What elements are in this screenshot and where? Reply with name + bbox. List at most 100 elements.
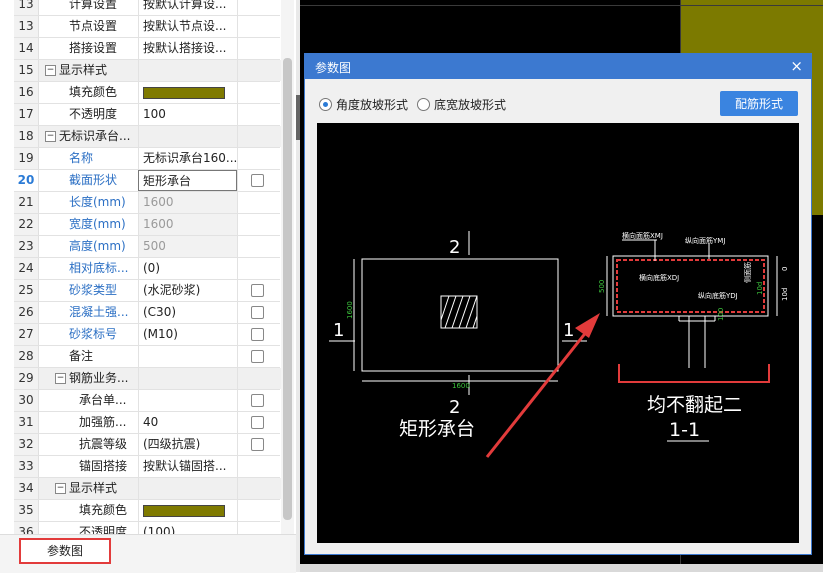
property-row[interactable]: 24 相对底标... (0): [14, 258, 280, 280]
property-checkbox-cell: [237, 82, 281, 103]
section-mark-top: 2: [449, 237, 460, 258]
property-row[interactable]: 35 填充颜色: [14, 500, 280, 522]
row-number: 31: [14, 412, 39, 433]
property-value[interactable]: (0): [138, 258, 237, 279]
property-value[interactable]: [138, 368, 237, 389]
radio-angle-slope[interactable]: 角度放坡形式: [319, 96, 408, 113]
property-value-text: 按默认搭接设...: [143, 41, 227, 55]
property-value[interactable]: [138, 82, 237, 103]
property-value[interactable]: (四级抗震): [138, 434, 237, 455]
property-row[interactable]: 23 高度(mm) 500: [14, 236, 280, 258]
close-icon[interactable]: ×: [790, 57, 803, 75]
property-row[interactable]: 26 混凝土强... (C30): [14, 302, 280, 324]
property-row[interactable]: 17 不透明度 100: [14, 104, 280, 126]
property-row[interactable]: 19 名称 无标识承台160...: [14, 148, 280, 170]
property-name: − 显示样式: [39, 60, 138, 81]
property-value[interactable]: 40: [138, 412, 237, 433]
collapse-icon[interactable]: −: [45, 131, 56, 142]
collapse-icon[interactable]: −: [55, 373, 66, 384]
property-checkbox[interactable]: [251, 284, 264, 297]
property-value[interactable]: [138, 390, 237, 411]
property-value[interactable]: [138, 478, 237, 499]
property-checkbox-cell: [237, 368, 281, 389]
collapse-icon[interactable]: −: [45, 65, 56, 76]
property-row[interactable]: 30 承台单...: [14, 390, 280, 412]
rebar-form-button[interactable]: 配筋形式: [720, 91, 798, 116]
property-checkbox[interactable]: [251, 350, 264, 363]
row-number: 21: [14, 192, 39, 213]
dialog-title-bar[interactable]: 参数图 ×: [305, 54, 811, 79]
property-row[interactable]: 22 宽度(mm) 1600: [14, 214, 280, 236]
property-row[interactable]: 18− 无标识承台...: [14, 126, 281, 148]
property-value[interactable]: (M10): [138, 324, 237, 345]
collapse-icon[interactable]: −: [55, 483, 66, 494]
property-value[interactable]: [138, 126, 237, 147]
property-value[interactable]: 按默认锚固搭...: [138, 456, 237, 477]
property-row[interactable]: 16 填充颜色: [14, 82, 280, 104]
section-height-dimension: 500: [598, 280, 606, 293]
property-checkbox-cell: [237, 236, 281, 257]
property-value[interactable]: 无标识承台160...: [138, 148, 237, 169]
property-value[interactable]: [138, 60, 237, 81]
row-number: 22: [14, 214, 39, 235]
property-value[interactable]: 100: [138, 104, 237, 125]
property-checkbox[interactable]: [251, 416, 264, 429]
property-checkbox[interactable]: [251, 174, 264, 187]
property-row[interactable]: 32 抗震等级 (四级抗震): [14, 434, 280, 456]
color-swatch[interactable]: [143, 504, 225, 517]
property-name: 承台单...: [39, 390, 138, 411]
row-number: 13: [14, 0, 39, 15]
property-value-text: 无标识承台160...: [143, 151, 237, 165]
property-row[interactable]: 33 锚固搭接 按默认锚固搭...: [14, 456, 280, 478]
property-row[interactable]: 14 搭接设置 按默认搭接设...: [14, 38, 280, 60]
property-row[interactable]: 27 砂浆标号 (M10): [14, 324, 280, 346]
property-name: 不透明度: [39, 104, 138, 125]
property-value[interactable]: 1600: [138, 192, 237, 213]
radio-unselected-icon[interactable]: [417, 98, 430, 111]
property-value-text: (M10): [143, 327, 178, 341]
property-value[interactable]: 矩形承台: [138, 170, 237, 191]
property-value[interactable]: [138, 500, 237, 521]
property-checkbox[interactable]: [251, 306, 264, 319]
radio-bottom-width-slope[interactable]: 底宽放坡形式: [417, 96, 506, 113]
property-row[interactable]: 13 计算设置 按默认计算设...: [14, 0, 280, 16]
property-row[interactable]: 13 节点设置 按默认节点设...: [14, 16, 280, 38]
property-row[interactable]: 20 截面形状 矩形承台: [14, 170, 280, 192]
property-checkbox-cell: [237, 104, 281, 125]
property-value[interactable]: [138, 346, 237, 367]
tab-parameter-diagram[interactable]: 参数图: [19, 538, 111, 564]
property-value[interactable]: 按默认计算设...: [138, 0, 237, 15]
property-checkbox[interactable]: [251, 394, 264, 407]
property-row[interactable]: 29− 钢筋业务...: [14, 368, 281, 390]
property-checkbox-cell: [237, 500, 281, 521]
rebar-cage: [616, 259, 765, 313]
property-label: 无标识承台...: [59, 129, 131, 143]
property-row[interactable]: 28 备注: [14, 346, 280, 368]
property-row[interactable]: 21 长度(mm) 1600: [14, 192, 280, 214]
radio-selected-icon[interactable]: [319, 98, 332, 111]
property-row[interactable]: 34− 显示样式: [14, 478, 281, 500]
property-row[interactable]: 25 砂浆类型 (水泥砂浆): [14, 280, 280, 302]
property-name: 搭接设置: [39, 38, 138, 59]
property-checkbox[interactable]: [251, 438, 264, 451]
property-name: 长度(mm): [39, 192, 138, 213]
property-row[interactable]: 31 加强筋... 40: [14, 412, 280, 434]
property-value[interactable]: (水泥砂浆): [138, 280, 237, 301]
property-label: 砂浆类型: [69, 283, 118, 297]
property-value[interactable]: 按默认搭接设...: [138, 38, 237, 59]
property-value[interactable]: 500: [138, 236, 237, 257]
property-value[interactable]: 按默认节点设...: [138, 16, 237, 37]
property-checkbox-cell: [237, 0, 281, 15]
row-number: 29: [14, 368, 39, 389]
property-label: 搭接设置: [69, 41, 118, 55]
color-swatch[interactable]: [143, 86, 225, 99]
vertical-scrollbar-thumb[interactable]: [283, 58, 292, 520]
property-row[interactable]: 15− 显示样式: [14, 60, 281, 82]
property-checkbox[interactable]: [251, 328, 264, 341]
property-value[interactable]: (C30): [138, 302, 237, 323]
property-label: 备注: [69, 349, 94, 363]
section-title: 1-1: [669, 419, 700, 441]
property-checkbox-cell: [237, 148, 281, 169]
property-value[interactable]: 1600: [138, 214, 237, 235]
parameter-diagram-dialog: 参数图 × 角度放坡形式 底宽放坡形式 配筋形式 2 2 1 1 1600 16…: [304, 53, 812, 555]
